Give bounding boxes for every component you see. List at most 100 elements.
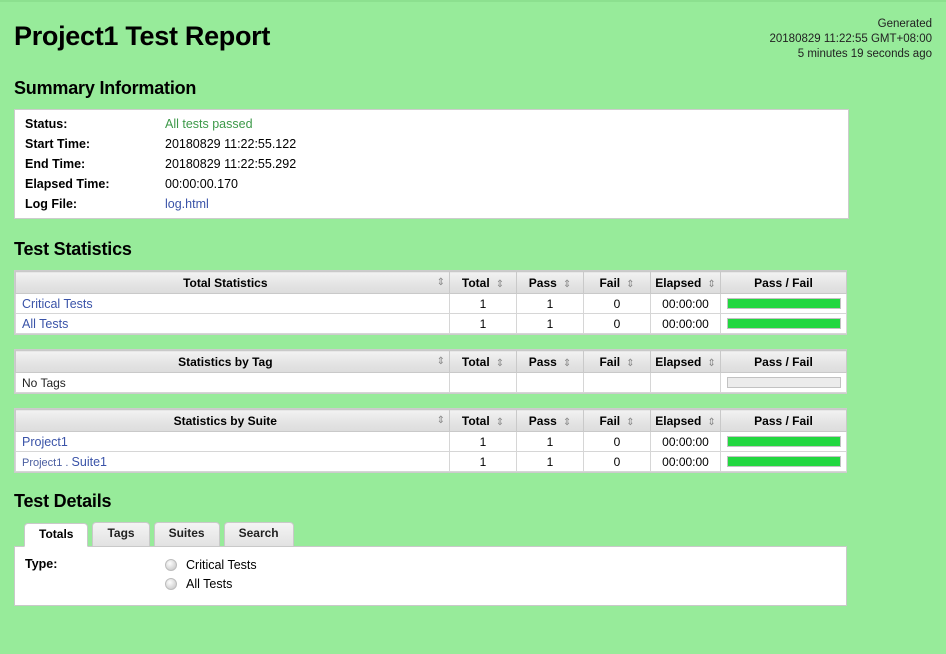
sort-toggle-icon[interactable]: ⇕ [707,279,715,290]
sort-toggle-icon[interactable]: ⇕ [496,417,504,428]
tab-suites[interactable]: Suites [153,522,220,546]
sort-toggle-icon[interactable]: ⇕ [496,358,504,369]
column-header-pass[interactable]: Pass ⇕ [516,409,584,432]
top-border-rule [0,0,946,2]
table-row: Project1 . Suite1 1 1 0 00:00:00 [15,451,847,472]
column-header-total[interactable]: Total ⇕ [449,271,517,294]
sort-toggle-icon[interactable]: ⇕ [563,358,571,369]
summary-row: Log File: log.html [15,194,848,214]
statistics-table: Statistics by Suite ⇕ Total ⇕ Pass ⇕ Fail ⇕ Elap… [14,408,847,473]
details-tab-bar: Totals Tags Suites Search [14,522,847,547]
no-tags-label: No Tags [22,375,66,390]
column-header-elapsed[interactable]: Elapsed ⇕ [650,271,721,294]
row-name-cell[interactable]: Project1 [15,431,450,452]
sort-toggle-icon[interactable]: ⇕ [496,279,504,290]
row-pass-fail-bar-cell [720,293,847,314]
pass-bar-segment [727,437,840,446]
column-header-label: Fail [599,354,621,369]
tab-tags[interactable]: Tags [92,522,150,546]
sort-toggle-icon[interactable]: ⇕ [626,279,634,290]
sort-toggle-icon[interactable]: ⇕ [437,415,445,426]
column-header-fail[interactable]: Fail ⇕ [583,409,651,432]
statistics-header-row: Statistics by Tag ⇕ Total ⇕ Pass ⇕ Fail ⇕ Elapse… [15,350,847,373]
row-pass-fail-bar-cell [720,451,847,472]
summary-row-label: Log File: [25,197,78,211]
row-total-cell: 1 [449,451,517,472]
column-header-label: Total Statistics [183,275,268,290]
report-header: Project1 Test Report Generated 20180829 … [14,14,932,70]
row-name-cell[interactable]: All Tests [15,313,450,334]
generated-label: Generated [877,18,932,30]
radio-option-all-tests[interactable]: All Tests [165,574,257,593]
column-header-name[interactable]: Statistics by Suite ⇕ [15,409,450,432]
summary-row-value[interactable]: log.html [165,194,848,214]
column-header-pass-fail: Pass / Fail [720,271,847,294]
column-header-label: Pass / Fail [754,413,813,428]
sort-toggle-icon[interactable]: ⇕ [437,356,445,367]
summary-row-label: Status: [25,117,68,131]
tab-totals[interactable]: Totals [24,523,89,547]
column-header-pass[interactable]: Pass ⇕ [516,271,584,294]
column-header-fail[interactable]: Fail ⇕ [583,271,651,294]
sort-toggle-icon[interactable]: ⇕ [563,279,571,290]
summary-row: Start Time: 20180829 11:22:55.122 [15,134,848,154]
radio-option-critical-tests[interactable]: Critical Tests [165,555,257,574]
generated-relative-time: 5 minutes 19 seconds ago [797,48,932,60]
row-name-link[interactable]: All Tests [22,317,68,331]
column-header-label: Statistics by Suite [173,413,277,428]
suite-leaf-name: Suite1 [71,454,107,469]
row-name-link[interactable]: Project1 [22,435,68,449]
summary-row: Status: All tests passed [15,114,848,134]
summary-value-text: 20180829 11:22:55.122 [165,137,297,151]
column-header-label: Total [461,275,490,290]
row-pass-cell [516,372,584,393]
row-name-link[interactable]: Project1 . Suite1 [22,455,107,469]
log-file-link[interactable]: log.html [165,197,209,211]
details-tab-content: Type: Critical Tests All Tests [14,546,847,606]
sort-toggle-icon[interactable]: ⇕ [563,417,571,428]
sort-toggle-icon[interactable]: ⇕ [707,417,715,428]
column-header-label: Total [461,354,490,369]
radio-button-icon[interactable] [165,558,177,571]
row-fail-cell: 0 [583,293,651,314]
column-header-fail[interactable]: Fail ⇕ [583,350,651,373]
row-fail-cell [583,372,651,393]
column-header-elapsed[interactable]: Elapsed ⇕ [650,409,721,432]
sort-toggle-icon[interactable]: ⇕ [707,358,715,369]
generated-timestamp: 20180829 11:22:55 GMT+08:00 [769,33,932,45]
summary-information-table: Status: All tests passed Start Time: 201808… [14,109,849,219]
type-radio-group[interactable]: Critical Tests All Tests [165,555,257,593]
row-pass-fail-bar-cell [720,313,847,334]
row-name-cell[interactable]: Critical Tests [15,293,450,314]
radio-button-icon[interactable] [165,577,177,590]
sort-toggle-icon[interactable]: ⇕ [437,277,445,288]
summary-value-text: 00:00:00.170 [165,177,238,191]
column-header-total[interactable]: Total ⇕ [449,409,517,432]
row-pass-cell: 1 [516,451,584,472]
sort-toggle-icon[interactable]: ⇕ [626,417,634,428]
summary-value-text: 20180829 11:22:55.292 [165,157,297,171]
column-header-label: Pass [528,354,557,369]
pass-fail-bar [726,298,841,309]
row-total-cell: 1 [449,293,517,314]
column-header-elapsed[interactable]: Elapsed ⇕ [650,350,721,373]
row-pass-cell: 1 [516,293,584,314]
statistics-header-row: Statistics by Suite ⇕ Total ⇕ Pass ⇕ Fail ⇕ Elap… [15,409,847,432]
row-name-link[interactable]: Critical Tests [22,297,93,311]
row-total-cell: 1 [449,313,517,334]
pass-bar-segment [727,319,840,328]
column-header-name[interactable]: Total Statistics ⇕ [15,271,450,294]
column-header-pass[interactable]: Pass ⇕ [516,350,584,373]
tab-search[interactable]: Search [223,522,294,546]
column-header-total[interactable]: Total ⇕ [449,350,517,373]
type-filter-row: Type: Critical Tests All Tests [25,555,836,593]
row-name-cell[interactable]: Project1 . Suite1 [15,451,450,472]
column-header-label: Fail [599,275,621,290]
column-header-label: Elapsed [655,275,702,290]
sort-toggle-icon[interactable]: ⇕ [626,358,634,369]
statistics-table: Statistics by Tag ⇕ Total ⇕ Pass ⇕ Fail ⇕ Elapse… [14,349,847,394]
row-pass-cell: 1 [516,313,584,334]
summary-row-value: 20180829 11:22:55.292 [165,154,848,174]
column-header-name[interactable]: Statistics by Tag ⇕ [15,350,450,373]
summary-row-value: 00:00:00.170 [165,174,848,194]
